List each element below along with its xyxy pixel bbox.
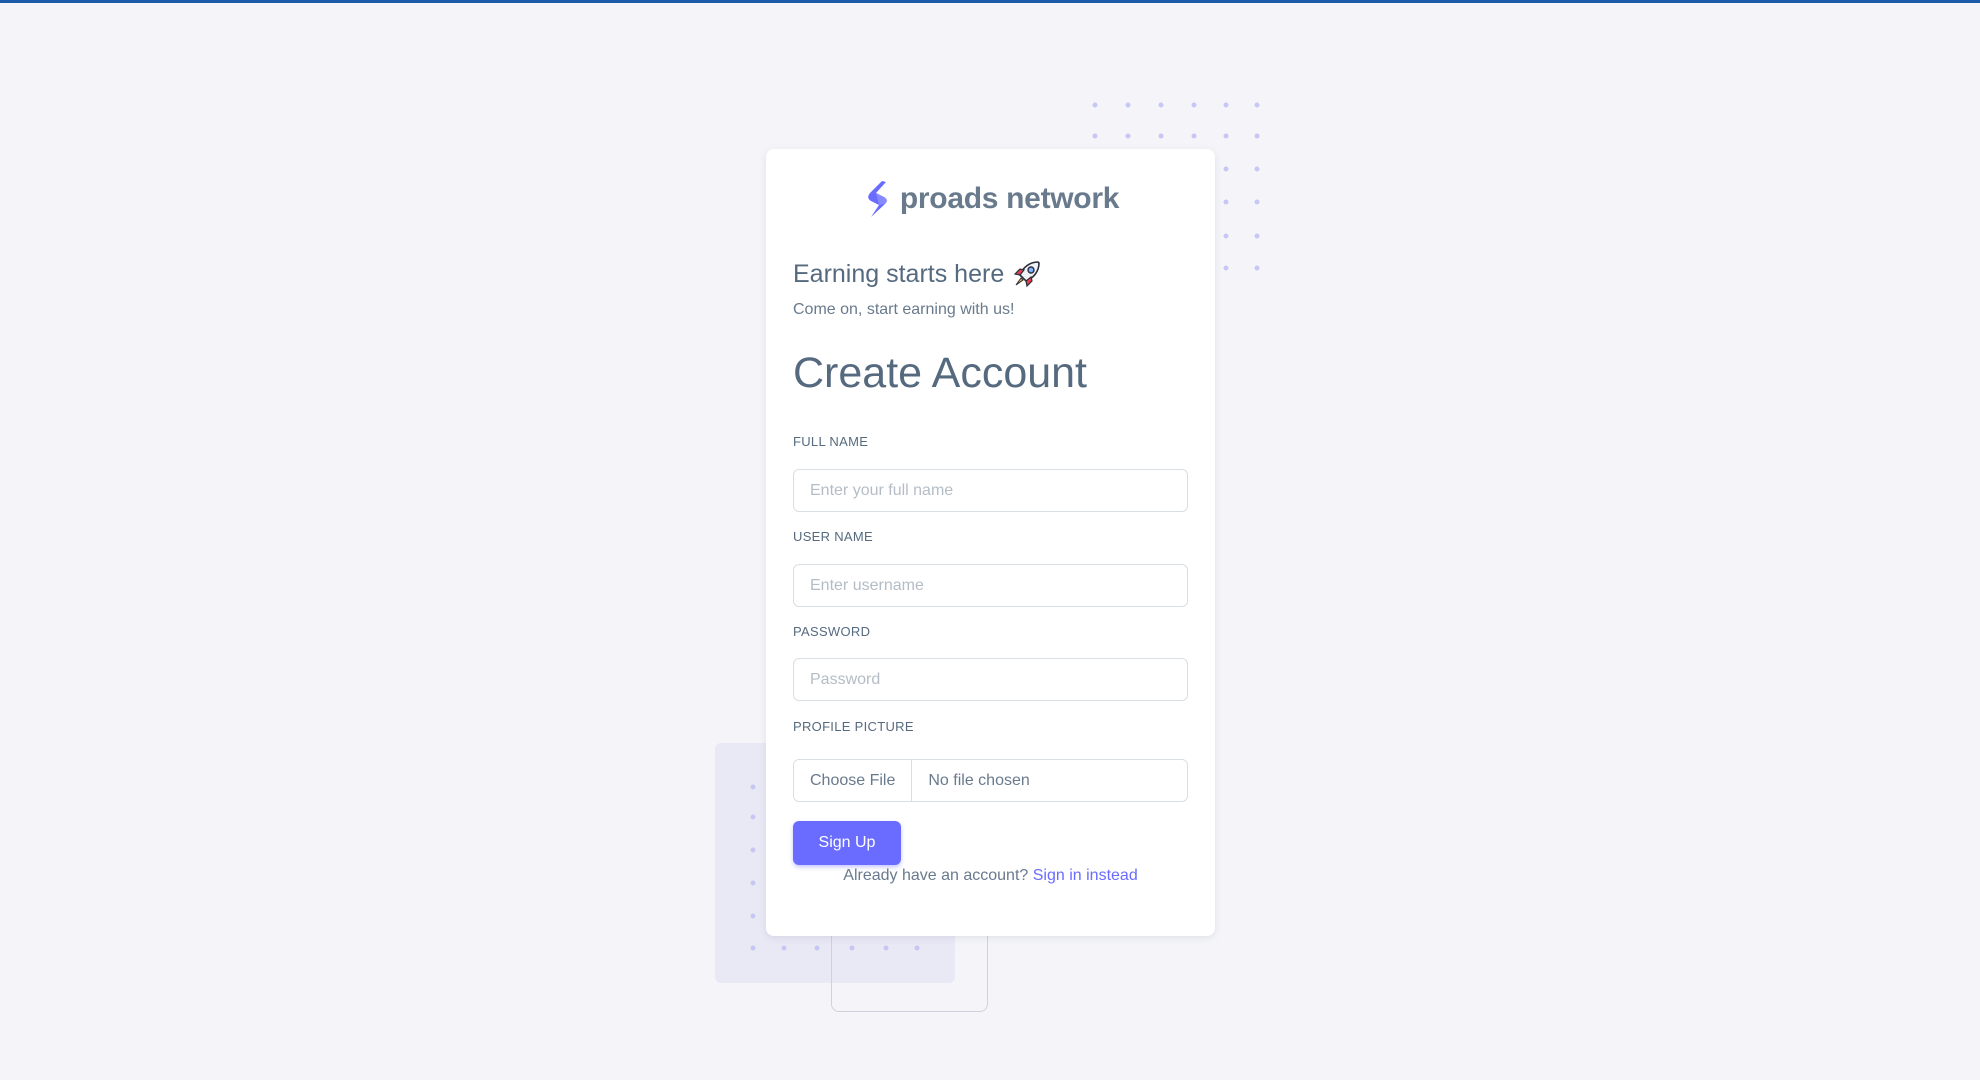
profile-picture-label: PROFILE PICTURE (793, 719, 914, 734)
signin-prompt-text: Already have an account? (843, 867, 1029, 884)
full-name-label: FULL NAME (793, 434, 869, 449)
page-title: Create Account (793, 349, 1088, 397)
file-status-text: No file chosen (928, 771, 1030, 789)
brand-logo[interactable]: proads network (766, 179, 1215, 219)
profile-picture-file-input[interactable]: Choose File No file chosen (793, 759, 1188, 802)
username-input[interactable] (793, 564, 1188, 607)
full-name-input[interactable] (793, 469, 1188, 512)
welcome-subtitle: Come on, start earning with us! (793, 301, 1015, 318)
signin-prompt-row: Already have an account? Sign in instead (766, 867, 1215, 885)
sign-up-button[interactable]: Sign Up (793, 821, 901, 865)
choose-file-button[interactable]: Choose File (794, 760, 913, 801)
welcome-title-text: Earning starts here (793, 259, 1005, 288)
top-accent-line (0, 0, 1980, 3)
username-label: USER NAME (793, 529, 873, 544)
password-label: PASSWORD (793, 624, 871, 639)
signup-card: proads network Earning starts here Come … (766, 149, 1215, 936)
rocket-icon (1014, 261, 1041, 288)
brand-name: proads network (899, 182, 1120, 215)
brand-s-logo-icon (868, 181, 887, 217)
sign-in-link[interactable]: Sign in instead (1033, 867, 1138, 884)
welcome-title: Earning starts here (793, 259, 1042, 289)
password-input[interactable] (793, 658, 1188, 701)
